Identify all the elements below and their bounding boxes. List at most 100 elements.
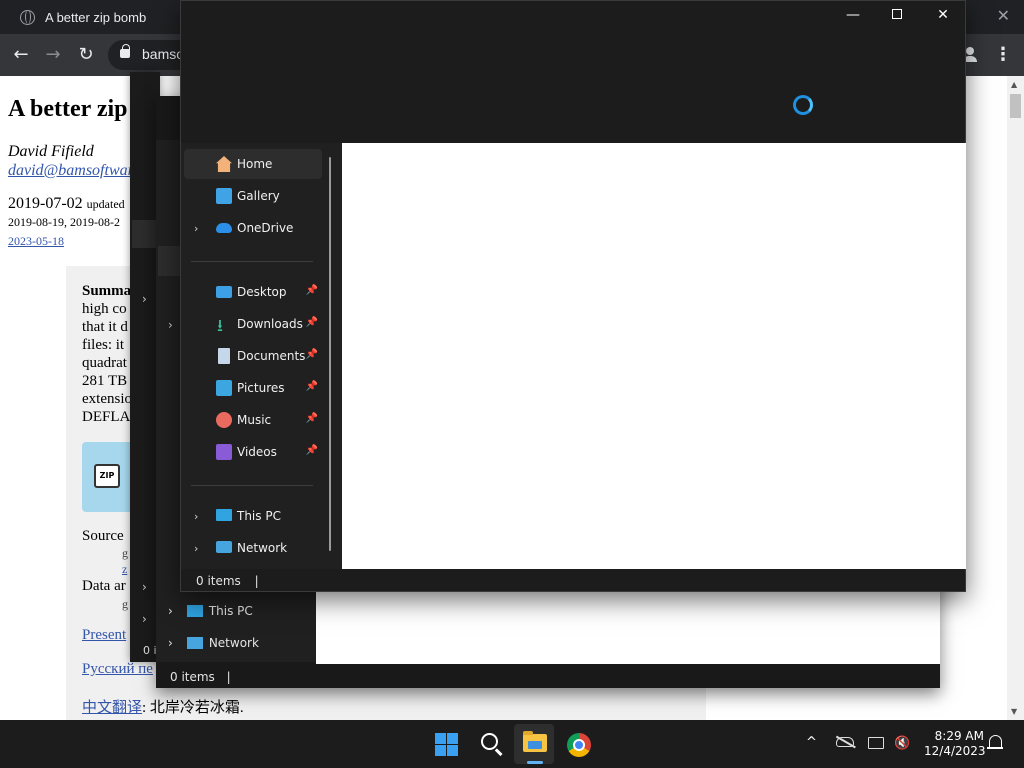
pin-icon: 📌 xyxy=(305,445,318,456)
nav-item-desktop[interactable]: Desktop 📌 xyxy=(184,277,322,307)
russian-translation-link[interactable]: Русский пе xyxy=(82,661,153,678)
browser-menu-icon[interactable]: ⋮ xyxy=(994,44,1012,65)
zip-label: ZIP xyxy=(94,464,120,488)
chevron-right-icon: › xyxy=(168,636,173,650)
nav-item-label: Pictures xyxy=(237,381,285,395)
data-label: Data ar xyxy=(82,578,126,594)
scroll-down-icon[interactable]: ▼ xyxy=(1011,707,1017,716)
nav-highlight xyxy=(132,220,158,248)
nav-item-onedrive[interactable]: › OneDrive xyxy=(184,213,322,243)
pin-icon: 📌 xyxy=(305,285,318,296)
address-bar-url: bamso xyxy=(142,46,185,62)
nav-item-label: Network xyxy=(208,636,259,650)
notification-bell-icon[interactable] xyxy=(987,735,1003,749)
onedrive-offline-icon[interactable] xyxy=(836,737,854,747)
summary-line: 281 TB xyxy=(82,373,128,389)
browser-close-icon[interactable]: ✕ xyxy=(997,6,1010,25)
nav-item-network[interactable]: › Network xyxy=(168,636,259,650)
summary-line: files: it xyxy=(82,337,125,353)
nav-scrollbar[interactable] xyxy=(329,157,331,551)
scroll-up-icon[interactable]: ▲ xyxy=(1011,80,1017,89)
summary-line: that it d xyxy=(82,319,128,335)
nav-item-label: Music xyxy=(237,413,272,427)
chevron-right-icon[interactable]: › xyxy=(194,542,198,555)
globe-icon xyxy=(20,9,35,25)
desktop-icon xyxy=(216,286,232,298)
forward-button[interactable]: → xyxy=(41,43,65,67)
nav-item-gallery[interactable]: Gallery xyxy=(184,181,322,211)
this-pc-icon xyxy=(186,605,203,617)
nav-item-home[interactable]: Home xyxy=(184,149,322,179)
update-date-link[interactable]: 2023-05-18 xyxy=(8,234,64,249)
system-clock[interactable]: 8:29 AM 12/4/2023 xyxy=(924,729,986,759)
chevron-right-icon[interactable]: › xyxy=(194,510,198,523)
status-divider: | xyxy=(254,574,259,588)
gallery-icon xyxy=(216,188,232,204)
author-email-link[interactable]: david@bamsoftwar xyxy=(8,162,134,180)
network-icon xyxy=(186,637,203,649)
chevron-right-icon[interactable]: › xyxy=(194,222,198,235)
chevron-right-icon: › xyxy=(168,604,173,618)
this-pc-icon xyxy=(216,509,232,521)
nav-item-documents[interactable]: Documents 📌 xyxy=(184,341,322,371)
summary-line: quadrat xyxy=(82,355,127,371)
chevron-right-icon[interactable]: › xyxy=(142,580,147,594)
summary-line: extensio xyxy=(82,391,132,407)
item-count: 0 items xyxy=(196,574,241,588)
nav-item-videos[interactable]: Videos 📌 xyxy=(184,437,322,467)
nav-divider xyxy=(191,261,313,262)
nav-item-label: This PC xyxy=(208,604,253,618)
close-button[interactable]: ✕ xyxy=(920,4,966,26)
reload-button[interactable]: ↻ xyxy=(74,43,98,67)
zip-file-icon[interactable]: ZIP xyxy=(82,442,134,512)
music-icon xyxy=(216,412,232,428)
presentation-link[interactable]: Present xyxy=(82,627,126,644)
nav-item-pictures[interactable]: Pictures 📌 xyxy=(184,373,322,403)
folder-icon xyxy=(523,731,547,752)
maximize-button[interactable] xyxy=(874,4,920,26)
pin-icon: 📌 xyxy=(305,381,318,392)
nav-item-label: Downloads xyxy=(237,317,303,331)
chevron-right-icon[interactable]: › xyxy=(142,612,147,626)
start-button-windows-icon[interactable] xyxy=(435,733,458,756)
publish-date: 2019-07-02 xyxy=(8,195,83,212)
chrome-icon[interactable] xyxy=(567,733,591,757)
volume-muted-icon[interactable]: 🔇 xyxy=(894,736,910,751)
network-monitor-icon[interactable] xyxy=(868,737,884,749)
nav-item-network[interactable]: › Network xyxy=(184,533,322,563)
page-scrollbar[interactable]: ▲ ▼ xyxy=(1007,76,1024,720)
nav-item-label: OneDrive xyxy=(237,221,294,235)
scroll-thumb[interactable] xyxy=(1010,94,1021,118)
back-button[interactable]: ← xyxy=(9,43,33,67)
tray-overflow-chevron-icon[interactable]: ^ xyxy=(806,735,817,750)
pin-icon: 📌 xyxy=(305,317,318,328)
nav-item-this-pc[interactable]: › This PC xyxy=(184,501,322,531)
status-divider: | xyxy=(226,670,231,684)
source-link[interactable]: z xyxy=(122,562,127,577)
loading-spinner-icon xyxy=(793,95,813,115)
chevron-right-icon[interactable]: › xyxy=(168,318,173,332)
downloads-icon xyxy=(216,313,232,342)
status-bar: 0 items | xyxy=(196,574,259,588)
chevron-right-icon[interactable]: › xyxy=(142,292,147,306)
pin-icon: 📌 xyxy=(305,349,318,360)
nav-item-label: Home xyxy=(237,157,273,171)
item-count: 0 items xyxy=(170,670,215,684)
content-pane xyxy=(316,590,940,664)
nav-item-this-pc[interactable]: › This PC xyxy=(168,604,253,618)
browser-tab-title: A better zip bomb xyxy=(45,9,147,25)
chinese-translation-link[interactable]: 中文翻译 xyxy=(82,700,142,716)
content-pane[interactable] xyxy=(342,143,966,569)
data-sub: g xyxy=(122,597,128,611)
search-icon[interactable] xyxy=(481,733,498,750)
nav-item-downloads[interactable]: Downloads 📌 xyxy=(184,309,322,342)
clock-date: 12/4/2023 xyxy=(924,744,986,758)
page-title: A better zip xyxy=(8,96,128,122)
nav-item-music[interactable]: Music 📌 xyxy=(184,405,322,435)
documents-icon xyxy=(218,348,230,364)
summary-line: Summa xyxy=(82,283,132,299)
pictures-icon xyxy=(216,380,232,396)
minimize-button[interactable]: — xyxy=(830,4,876,26)
nav-item-label: Documents xyxy=(237,349,306,363)
summary-text: Summa high co that it d files: it quadra… xyxy=(82,282,132,426)
